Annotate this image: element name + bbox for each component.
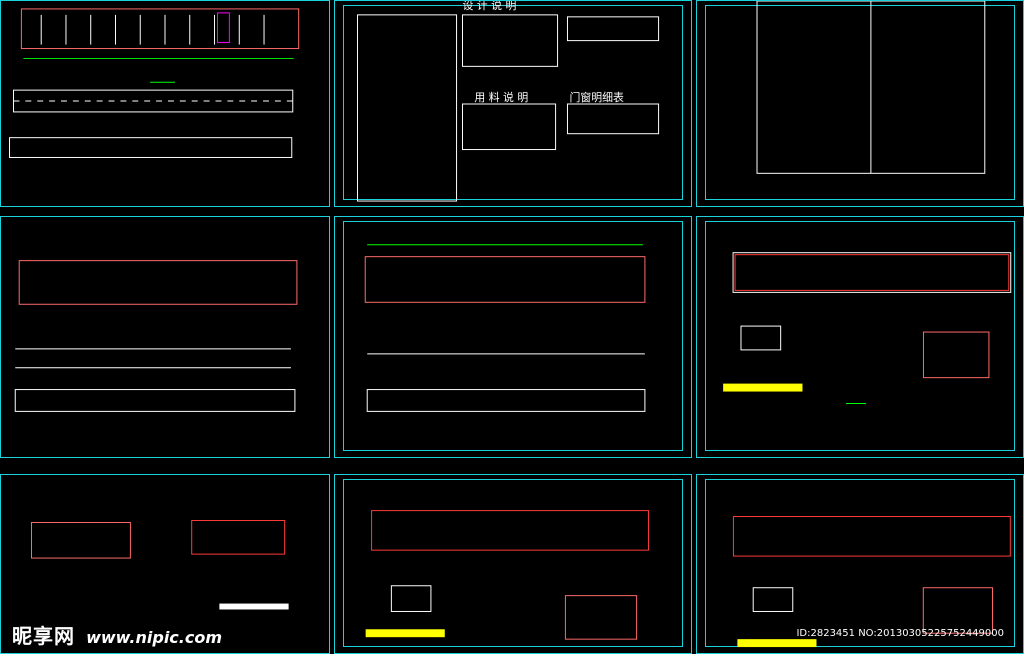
- watermark: 昵享网 www.nipic.com: [12, 620, 222, 649]
- sheet-floor-plan-1: [0, 0, 330, 207]
- drawing-floor-plan-1: [9, 8, 300, 158]
- drawing-design-notes: 设 计 说 明 用 料 说 明 门窗明细表: [357, 1, 660, 202]
- drawing-floor-plan-3: [364, 244, 646, 412]
- sheet-elevation-3: [696, 474, 1024, 654]
- sheet-elevation-1: [696, 216, 1024, 458]
- door-window-title: 门窗明细表: [569, 90, 623, 104]
- drawing-elevation-2: [365, 510, 649, 640]
- sheet-drawing-index: [696, 0, 1024, 207]
- sheet-floor-plan-2: [0, 216, 330, 458]
- image-id-text: ID:2823451 NO:20130305225752449000: [796, 628, 1004, 639]
- sheet-floor-plan-3: [334, 216, 692, 458]
- drawing-elevation-3: [732, 516, 1011, 648]
- drawing-elevation-1: [723, 252, 1012, 404]
- drawing-floor-plan-2: [14, 260, 298, 412]
- watermark-url: www.nipic.com: [86, 628, 223, 647]
- design-notes-title: 设 计 说 明: [462, 1, 516, 12]
- watermark-logo: 昵享网: [12, 624, 75, 648]
- sheet-elevation-2: [334, 474, 692, 654]
- materials-title: 用 料 说 明: [474, 90, 528, 104]
- sheet-design-notes: 设 计 说 明 用 料 说 明 门窗明细表: [334, 0, 692, 207]
- drawing-index-table: [756, 1, 986, 174]
